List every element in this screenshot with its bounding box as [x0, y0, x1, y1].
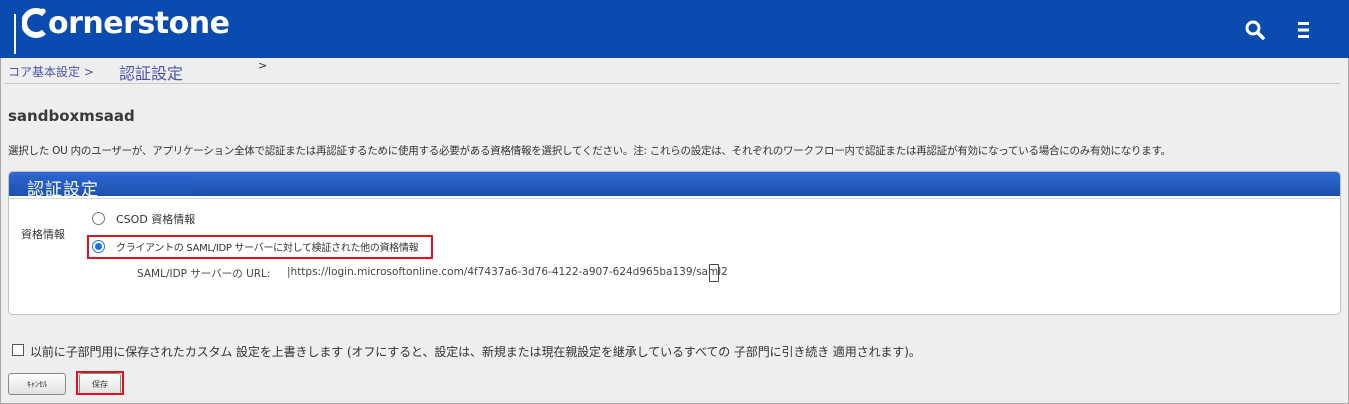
highlight-box-save-button: [76, 371, 124, 395]
logo-c-mark-icon: [21, 8, 46, 38]
override-child-settings-checkbox[interactable]: [12, 344, 24, 356]
csod-credentials-option-label[interactable]: CSOD 資格情報: [116, 211, 195, 227]
saml-idp-url-field[interactable]: |https://login.microsoftonline.com/4f743…: [287, 266, 728, 278]
top-navigation-bar: ornerstone: [0, 0, 1349, 58]
logo-divider: [14, 14, 16, 54]
breadcrumb-current: 認証設定: [119, 64, 184, 83]
saml-idp-url-label: SAML/IDP サーバーの URL:: [137, 268, 271, 280]
hamburger-menu-icon[interactable]: [1296, 21, 1312, 39]
cornerstone-logo[interactable]: ornerstone: [21, 6, 230, 41]
logo-text: ornerstone: [48, 6, 230, 41]
csod-credentials-radio[interactable]: [92, 212, 105, 225]
highlight-box-saml-option: [87, 235, 433, 259]
panel-title: 認証設定: [27, 180, 99, 200]
text-cursor-icon: [709, 264, 719, 282]
credentials-label: 資格情報: [21, 228, 65, 241]
panel-divider: [9, 198, 1340, 199]
search-icon[interactable]: [1245, 20, 1265, 40]
page-description: 選択した OU 内のユーザーが、アプリケーション全体で認証または再認証するために…: [8, 145, 1171, 157]
authentication-settings-panel: 認証設定 資格情報 CSOD 資格情報 クライアントの SAML/IDP サーバ…: [8, 171, 1341, 315]
panel-header: 認証設定: [9, 172, 1340, 200]
cancel-button[interactable]: ｷｬﾝｾﾙ: [8, 373, 66, 395]
page-title: sandboxmsaad: [8, 107, 135, 125]
breadcrumb-separator: >: [258, 59, 268, 72]
breadcrumb-parent-link[interactable]: コア基本設定 >: [8, 63, 94, 80]
override-child-settings-label[interactable]: 以前に子部門用に保存されたカスタム 設定を上書きします (オフにすると、設定は、…: [30, 343, 921, 360]
breadcrumb-divider: [4, 83, 1340, 84]
